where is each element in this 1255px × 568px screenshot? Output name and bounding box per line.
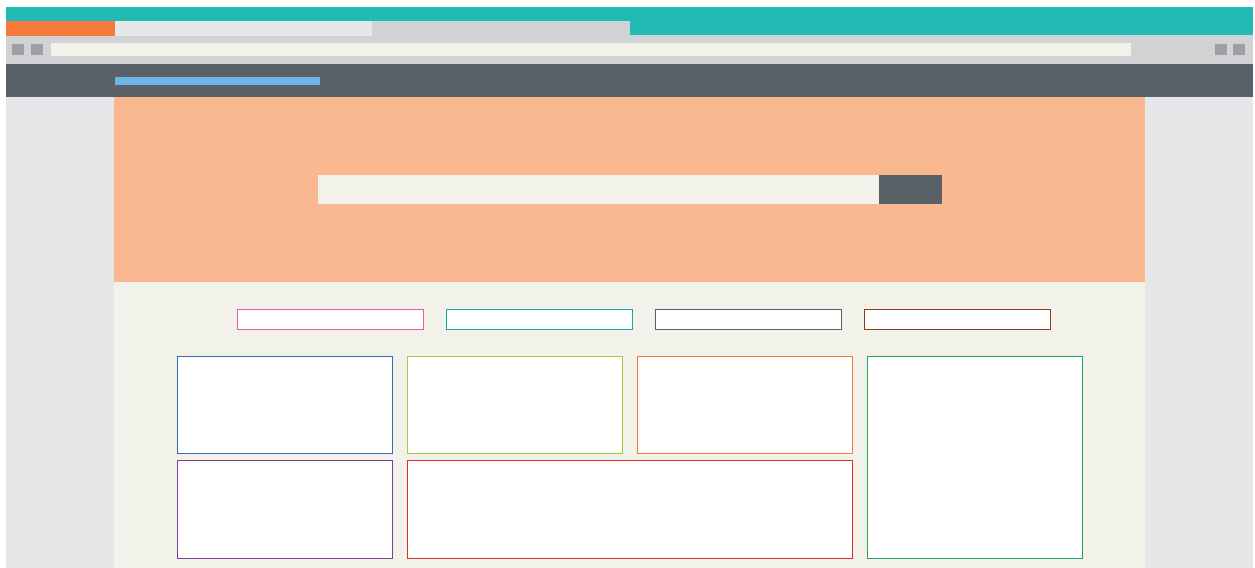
filter-button[interactable] [446, 309, 633, 330]
content-card[interactable] [407, 356, 623, 454]
search-input[interactable] [318, 175, 879, 204]
menu-icon[interactable] [1215, 44, 1227, 55]
content-card[interactable] [177, 356, 393, 454]
title-bar [6, 7, 1253, 21]
tab-active[interactable] [6, 21, 115, 36]
tab-strip-empty-area [630, 21, 1253, 35]
search-button[interactable] [879, 175, 942, 204]
content-card[interactable] [177, 460, 393, 559]
content-card[interactable] [637, 356, 853, 454]
tab-3[interactable] [372, 21, 630, 36]
content-card[interactable] [867, 356, 1083, 559]
back-icon[interactable] [12, 44, 24, 55]
filter-button[interactable] [655, 309, 842, 330]
forward-icon[interactable] [31, 44, 43, 55]
tab-2[interactable] [115, 21, 372, 36]
filter-button[interactable] [864, 309, 1051, 330]
menu-icon[interactable] [1233, 44, 1245, 55]
filter-button[interactable] [237, 309, 424, 330]
address-bar[interactable] [51, 43, 1131, 56]
site-logo[interactable] [115, 77, 320, 85]
content-card[interactable] [407, 460, 853, 559]
